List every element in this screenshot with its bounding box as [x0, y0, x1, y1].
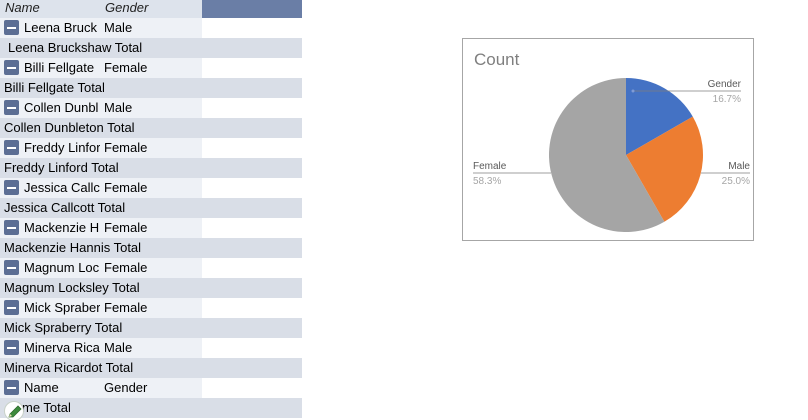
row-gender: Female	[100, 178, 202, 198]
row-name: Billi Fellgate	[24, 60, 95, 75]
row-gender: Female	[100, 298, 202, 318]
pivot-header-row: Name Gender	[0, 0, 302, 18]
collapse-minus-icon[interactable]	[4, 380, 19, 395]
header-name[interactable]: Name	[0, 0, 100, 18]
pivot-total-row[interactable]: Leena Bruckshaw Total	[0, 38, 302, 58]
collapse-minus-icon[interactable]	[4, 340, 19, 355]
pivot-total-row[interactable]: Freddy Linford Total	[0, 158, 302, 178]
slice-label-gender: Gender	[708, 79, 742, 90]
pivot-detail-row[interactable]: Collen Dunbl Male	[0, 98, 302, 118]
slice-percent-female: 58.3%	[473, 176, 501, 187]
pencil-icon[interactable]	[4, 401, 24, 420]
pivot-detail-row[interactable]: Mackenzie H Female	[0, 218, 302, 238]
row-name: Collen Dunbl	[24, 100, 99, 115]
slice-label-male: Male	[728, 161, 750, 172]
row-name: Jessica Callcc	[24, 180, 100, 195]
row-name: Name	[24, 380, 59, 395]
pivot-detail-row[interactable]: Jessica Callcc Female	[0, 178, 302, 198]
pie-chart[interactable]: Count Gender 16.7% Male 25.0% Female 58.…	[462, 38, 754, 241]
row-name: Minerva Rica	[24, 340, 100, 355]
pivot-detail-row[interactable]: Billi Fellgate Female	[0, 58, 302, 78]
pivot-total-row[interactable]: me Total	[0, 398, 302, 418]
row-gender: Gender	[100, 378, 202, 398]
collapse-minus-icon[interactable]	[4, 260, 19, 275]
row-gender: Female	[100, 258, 202, 278]
pivot-detail-row[interactable]: Name Gender	[0, 378, 302, 398]
pivot-total-row[interactable]: Mackenzie Hannis Total	[0, 238, 302, 258]
total-label: Billi Fellgate Total	[4, 80, 105, 95]
total-label: Minerva Ricardot Total	[4, 360, 134, 375]
row-gender: Male	[100, 338, 202, 358]
total-label: Leena Bruckshaw Total	[8, 40, 143, 55]
pivot-total-row[interactable]: Billi Fellgate Total	[0, 78, 302, 98]
collapse-minus-icon[interactable]	[4, 140, 19, 155]
slice-percent-male: 25.0%	[722, 176, 750, 187]
pivot-detail-row[interactable]: Magnum Loc Female	[0, 258, 302, 278]
row-gender: Male	[100, 98, 202, 118]
total-label: Mick Spraberry Total	[4, 320, 123, 335]
total-label: me Total	[22, 400, 71, 415]
collapse-minus-icon[interactable]	[4, 60, 19, 75]
total-label: Mackenzie Hannis Total	[4, 240, 142, 255]
pivot-detail-row[interactable]: Leena Bruck Male	[0, 18, 302, 38]
pivot-detail-row[interactable]: Freddy Linfor Female	[0, 138, 302, 158]
row-gender: Male	[100, 18, 202, 38]
leader-dot-gender	[631, 89, 635, 93]
total-label: Magnum Locksley Total	[4, 280, 140, 295]
pivot-total-row[interactable]: Jessica Callcott Total	[0, 198, 302, 218]
pivot-detail-row[interactable]: Minerva Rica Male	[0, 338, 302, 358]
total-label: Jessica Callcott Total	[4, 200, 126, 215]
collapse-minus-icon[interactable]	[4, 300, 19, 315]
row-name: Freddy Linfor	[24, 140, 100, 155]
row-gender: Female	[100, 58, 202, 78]
row-gender: Female	[100, 218, 202, 238]
collapse-minus-icon[interactable]	[4, 20, 19, 35]
row-name: Mackenzie H	[24, 220, 100, 235]
header-gender[interactable]: Gender	[100, 0, 202, 18]
slice-percent-gender: 16.7%	[713, 94, 741, 105]
row-gender: Female	[100, 138, 202, 158]
collapse-minus-icon[interactable]	[4, 220, 19, 235]
pivot-detail-row[interactable]: Mick Spraber Female	[0, 298, 302, 318]
collapse-minus-icon[interactable]	[4, 180, 19, 195]
row-name: Mick Spraber	[24, 300, 100, 315]
header-values	[202, 0, 302, 18]
total-label: Freddy Linford Total	[4, 160, 119, 175]
row-name: Leena Bruck	[24, 20, 97, 35]
pivot-total-row[interactable]: Mick Spraberry Total	[0, 318, 302, 338]
pivot-total-row[interactable]: Magnum Locksley Total	[0, 278, 302, 298]
total-label: Collen Dunbleton Total	[4, 120, 135, 135]
slice-label-female: Female	[473, 161, 507, 172]
pie-chart-svg: Gender 16.7% Male 25.0% Female 58.3%	[473, 78, 750, 233]
row-name: Magnum Loc	[24, 260, 100, 275]
pivot-total-row[interactable]: Minerva Ricardot Total	[0, 358, 302, 378]
pivot-total-row[interactable]: Collen Dunbleton Total	[0, 118, 302, 138]
collapse-minus-icon[interactable]	[4, 100, 19, 115]
